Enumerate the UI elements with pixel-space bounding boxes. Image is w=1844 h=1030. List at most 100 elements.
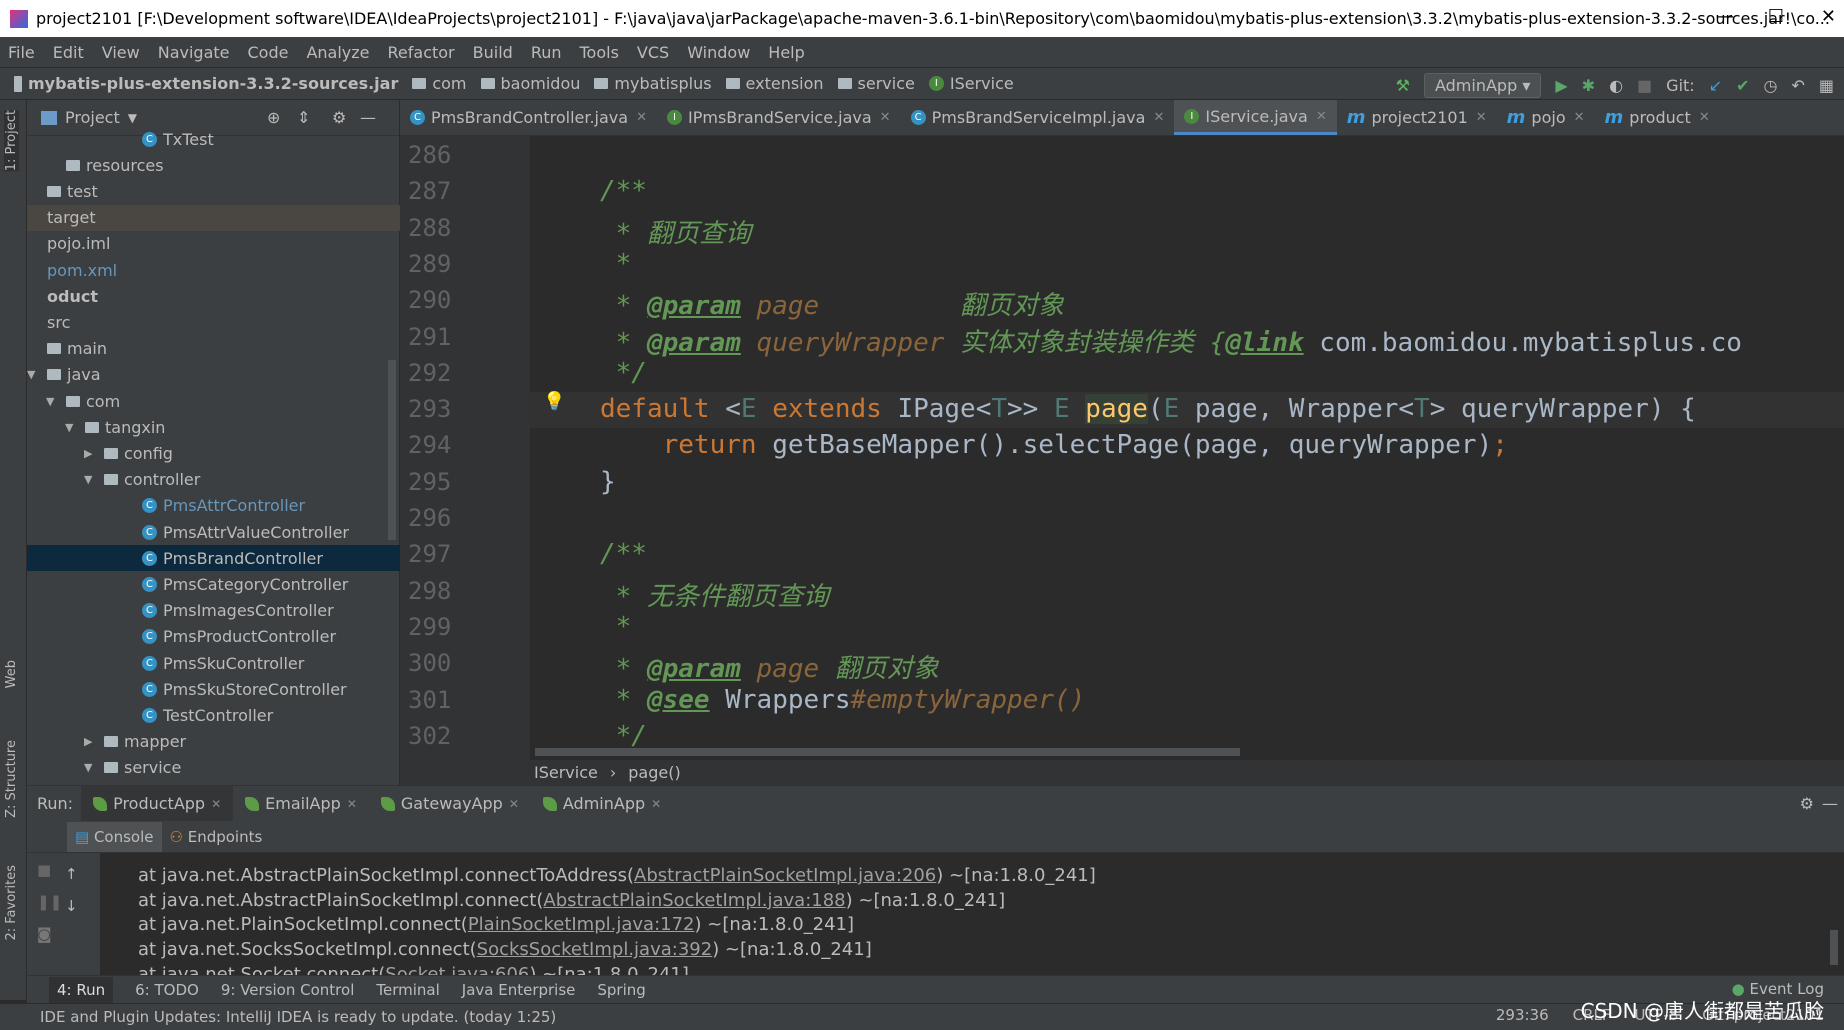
nav-crumb[interactable]: mybatisplus [594, 74, 712, 93]
tree-item[interactable]: test [27, 178, 400, 204]
tree-item[interactable]: ▼ com [27, 388, 400, 414]
console-output[interactable]: at java.net.AbstractPlainSocketImpl.conn… [100, 853, 1844, 975]
menu-refactor[interactable]: Refactor [388, 43, 455, 62]
tool-window-button[interactable]: 6: TODO [135, 981, 199, 999]
tree-item[interactable]: pom.xml [27, 257, 400, 283]
editor-horizontal-scrollbar[interactable] [535, 748, 1240, 756]
caret-position[interactable]: 293:36 [1496, 1006, 1549, 1024]
console-subtab[interactable]: ⚇ Endpoints [162, 822, 271, 852]
project-tool-button[interactable]: 1: Project [4, 110, 19, 172]
menu-view[interactable]: View [102, 43, 140, 62]
breadcrumb-method[interactable]: page() [628, 763, 680, 782]
collapsed-arrow-icon[interactable]: ▶ [84, 447, 98, 460]
tree-item[interactable]: C PmsProductController [27, 624, 400, 650]
menu-edit[interactable]: Edit [53, 43, 84, 62]
tree-scrollbar[interactable] [388, 360, 396, 540]
editor-tab[interactable]: m project2101 ✕ [1337, 100, 1497, 135]
tree-item[interactable]: pojo.iml [27, 231, 400, 257]
close-tab-icon[interactable]: ✕ [211, 797, 221, 811]
editor-tab[interactable]: C PmsBrandServiceImpl.java ✕ [901, 100, 1175, 135]
expanded-arrow-icon[interactable]: ▼ [65, 421, 79, 434]
editor-tab[interactable]: C PmsBrandController.java ✕ [400, 100, 657, 135]
expanded-arrow-icon[interactable]: ▼ [84, 473, 98, 486]
favorites-tool-button[interactable]: 2: Favorites [4, 865, 19, 941]
source-link[interactable]: PlainSocketImpl.java:172 [468, 914, 695, 935]
editor-tab[interactable]: I IPmsBrandService.java ✕ [657, 100, 901, 135]
chevron-down-icon[interactable]: ▼ [128, 111, 137, 125]
stop-icon[interactable]: ■ [1637, 76, 1652, 95]
expanded-arrow-icon[interactable]: ▼ [27, 368, 41, 381]
minimize-button[interactable]: — [1716, 6, 1734, 27]
tree-item[interactable]: C TestController [27, 702, 400, 728]
collapsed-arrow-icon[interactable]: ▶ [84, 735, 98, 748]
tree-item[interactable]: main [27, 336, 400, 362]
editor-tab[interactable]: I IService.java ✕ [1174, 100, 1337, 135]
nav-crumb[interactable]: service [837, 74, 915, 93]
menu-help[interactable]: Help [768, 43, 804, 62]
gear-icon[interactable]: ⚙ [1800, 794, 1814, 813]
tree-item[interactable]: C PmsSkuController [27, 650, 400, 676]
web-tool-button[interactable]: Web [4, 660, 19, 688]
locate-icon[interactable]: ⊕ [267, 108, 280, 127]
camera-icon[interactable]: ◙ [37, 925, 52, 943]
git-history-icon[interactable]: ◷ [1764, 76, 1778, 95]
tree-item[interactable]: C PmsBrandController [27, 545, 400, 572]
run-icon[interactable]: ▶ [1555, 76, 1567, 95]
code-editor[interactable]: 286 287 288 289 290 291 292 293 294 295 296 297 298 2… [400, 136, 1844, 760]
project-view-select[interactable]: Project [65, 108, 120, 127]
close-tab-icon[interactable]: ✕ [1699, 110, 1710, 125]
menu-navigate[interactable]: Navigate [158, 43, 230, 62]
close-tab-icon[interactable]: ✕ [651, 797, 661, 811]
tree-item[interactable]: ▼ java [27, 362, 400, 388]
tree-item[interactable]: ▶ config [27, 440, 400, 466]
menu-tools[interactable]: Tools [580, 43, 619, 62]
close-tab-icon[interactable]: ✕ [1316, 109, 1327, 124]
git-commit-icon[interactable]: ✔ [1736, 76, 1749, 95]
git-update-icon[interactable]: ↙ [1709, 76, 1722, 95]
close-button[interactable]: ✕ [1821, 6, 1836, 27]
run-config-select[interactable]: AdminApp ▾ [1423, 73, 1542, 98]
scroll-down-icon[interactable]: ↓ [65, 897, 78, 915]
pause-icon[interactable]: ❚❚ [37, 893, 62, 911]
tool-window-button[interactable]: 9: Version Control [221, 981, 355, 999]
menu-file[interactable]: File [8, 43, 35, 62]
rollback-icon[interactable]: ↶ [1791, 76, 1804, 95]
menu-run[interactable]: Run [531, 43, 562, 62]
tool-window-button[interactable]: Spring [597, 981, 645, 999]
menu-vcs[interactable]: VCS [637, 43, 669, 62]
tool-window-button[interactable]: Java Enterprise [462, 981, 576, 999]
tool-window-button[interactable]: 4: Run [49, 976, 114, 1003]
run-tab[interactable]: ProductApp ✕ [81, 785, 234, 822]
close-tab-icon[interactable]: ✕ [509, 797, 519, 811]
nav-crumb[interactable]: mybatis-plus-extension-3.3.2-sources.jar [14, 74, 398, 93]
close-tab-icon[interactable]: ✕ [347, 797, 357, 811]
tree-item[interactable]: ▼ controller [27, 467, 400, 493]
tree-item[interactable]: C PmsAttrValueController [27, 519, 400, 545]
tree-item[interactable]: C PmsSkuStoreController [27, 676, 400, 702]
tree-item[interactable]: C PmsImagesController [27, 598, 400, 624]
source-link[interactable]: AbstractPlainSocketImpl.java:188 [543, 890, 845, 911]
tree-item[interactable]: ▶ mapper [27, 729, 400, 755]
maximize-button[interactable]: ☐ [1768, 6, 1784, 27]
status-message[interactable]: IDE and Plugin Updates: IntelliJ IDEA is… [40, 1008, 556, 1026]
nav-crumb[interactable]: I IService [928, 74, 1014, 93]
menu-analyze[interactable]: Analyze [306, 43, 369, 62]
hide-icon[interactable]: — [1822, 794, 1838, 813]
intention-bulb-icon[interactable]: 💡 [543, 391, 565, 412]
build-hammer-icon[interactable]: ⚒ [1396, 76, 1410, 95]
close-tab-icon[interactable]: ✕ [1574, 110, 1585, 125]
project-structure-icon[interactable]: ▦ [1819, 76, 1834, 95]
tree-item[interactable]: src [27, 309, 400, 335]
tool-window-button[interactable]: Terminal [376, 981, 439, 999]
close-tab-icon[interactable]: ✕ [636, 110, 647, 125]
run-tab[interactable]: GatewayApp ✕ [369, 786, 531, 822]
gear-icon[interactable]: ⚙ [332, 108, 346, 127]
tree-item[interactable]: oduct [27, 283, 400, 309]
scroll-up-icon[interactable]: ↑ [65, 865, 78, 883]
tree-item[interactable]: C PmsAttrController [27, 493, 400, 519]
collapse-all-icon[interactable]: ⇕ [297, 108, 310, 127]
run-tab[interactable]: EmailApp ✕ [233, 786, 369, 822]
tree-item[interactable]: resources [27, 152, 400, 178]
tree-item[interactable]: target [27, 204, 400, 231]
tree-item[interactable]: ▼ service [27, 755, 400, 781]
